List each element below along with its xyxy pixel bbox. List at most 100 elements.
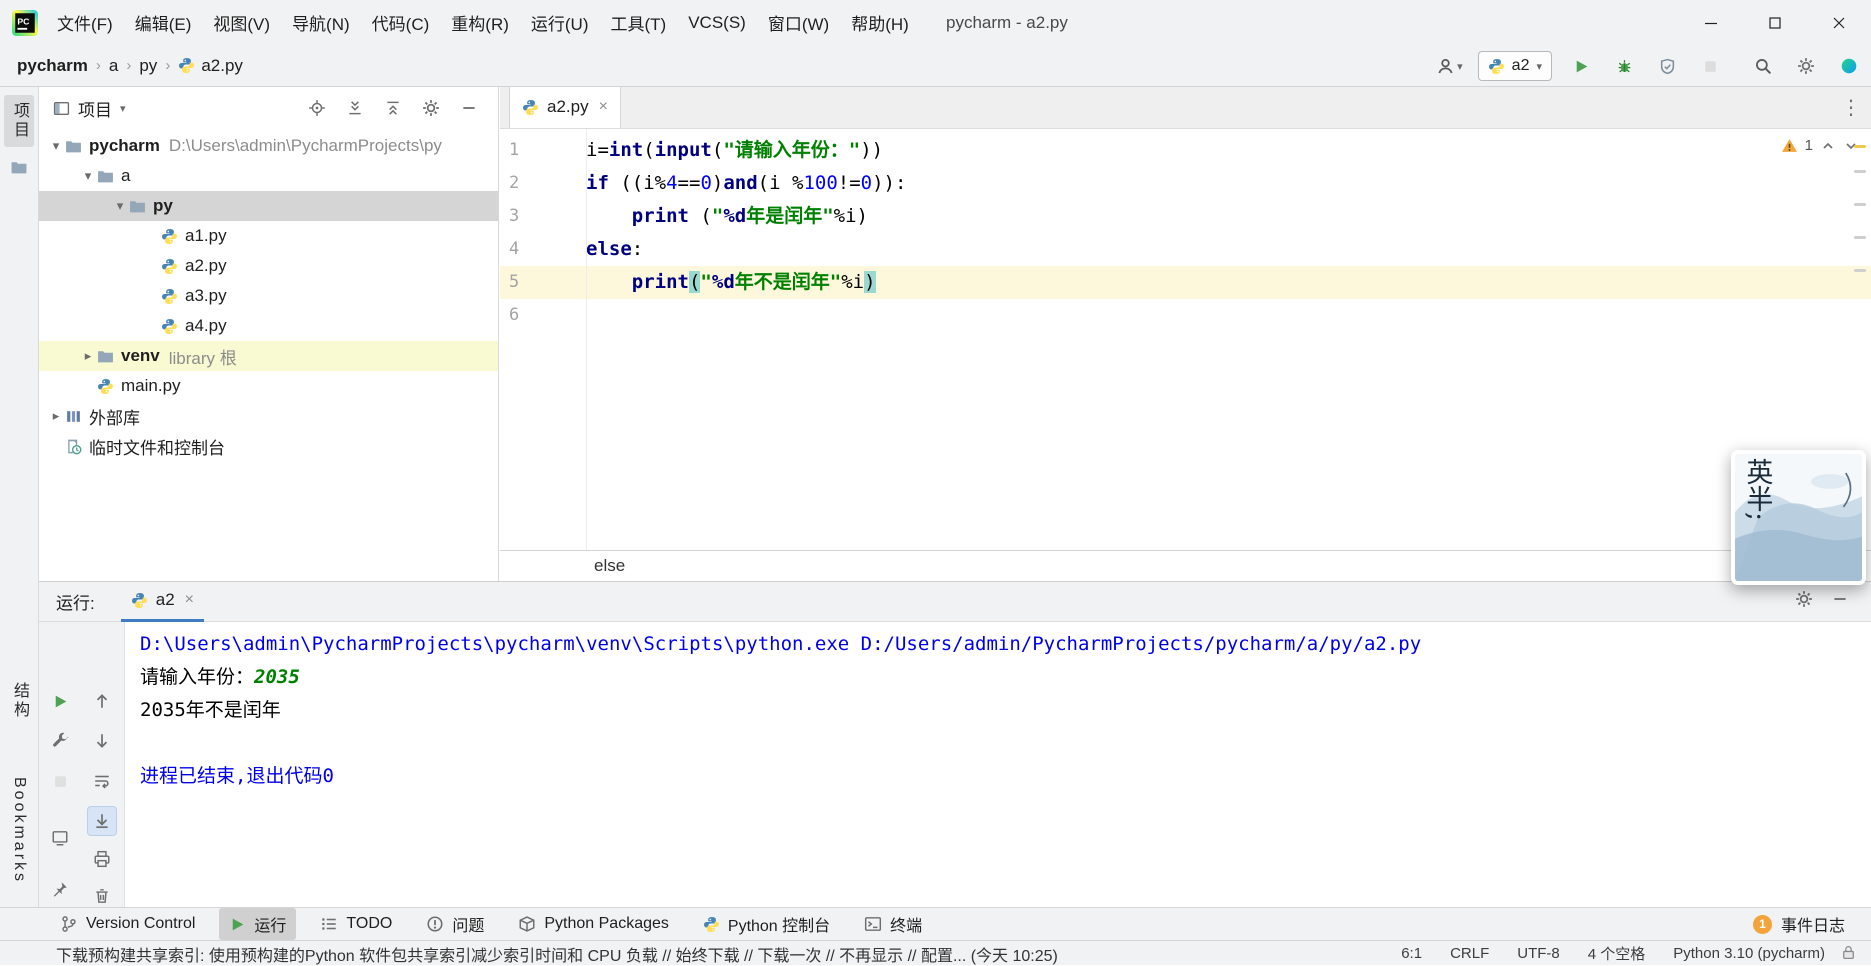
toolwindow-tab[interactable]: 问题 [416,908,494,940]
pin-button[interactable] [45,874,75,904]
toolwindow-tab[interactable]: 运行 [219,908,297,940]
breadcrumb-item[interactable]: py [139,56,157,76]
sphere-button[interactable] [1835,52,1863,80]
run-tab-a2[interactable]: a2 × [120,581,204,622]
tree-row[interactable]: a2.py [39,251,498,281]
status-widget[interactable]: UTF-8 [1517,945,1560,962]
scrollbar-mark[interactable] [1854,269,1866,272]
run-button[interactable] [1567,52,1595,80]
breadcrumb-item[interactable]: pycharm [17,56,88,76]
tree-row[interactable]: ▸ venv library 根 [39,341,498,371]
rerun-button[interactable] [45,686,75,716]
status-widget[interactable]: 4 个空格 [1588,943,1646,964]
minimize-button[interactable] [1679,0,1743,45]
chevron-right-icon[interactable]: ▸ [79,348,97,364]
code-line[interactable]: 4 else: [500,233,1871,266]
settings-button[interactable] [1795,590,1813,613]
code-line[interactable]: 3 print ("%d年是闰年"%i) [500,200,1871,233]
kebab-menu-icon[interactable]: ⋮ [1841,95,1861,120]
line-number[interactable]: 1 [500,134,586,167]
soft-wrap-button[interactable] [87,766,117,796]
menu-item[interactable]: 工具(T) [600,0,678,45]
stripe-tab-structure[interactable]: 结构 [7,682,31,720]
line-number[interactable]: 5 [500,266,586,299]
tree-row[interactable]: a1.py [39,221,498,251]
tree-row[interactable]: main.py [39,371,498,401]
menu-item[interactable]: 视图(V) [202,0,281,45]
tree-row[interactable]: ▾ py [39,191,498,221]
lock-icon[interactable] [1840,944,1857,961]
menu-item[interactable]: 帮助(H) [840,0,920,45]
code-line[interactable]: 5 print("%d年不是闰年"%i) [500,266,1871,299]
tree-row[interactable]: a4.py [39,311,498,341]
toolwindow-tab[interactable]: Python Packages [508,911,679,937]
stripe-tab-bookmarks[interactable]: Bookmarks [10,777,28,884]
event-log-widget[interactable]: 1 事件日志 [1752,912,1845,936]
tree-row[interactable]: ▾ pycharm D:\Users\admin\PycharmProjects\p… [39,131,498,161]
menu-item[interactable]: 窗口(W) [757,0,840,45]
tree-row[interactable]: ▾ a [39,161,498,191]
close-icon[interactable]: × [185,591,194,609]
print-button[interactable] [87,844,117,874]
chevron-down-icon[interactable]: ▾ [47,138,65,154]
code-line[interactable]: 2 if ((i%4==0)and(i %100!=0)): [500,167,1871,200]
run-console[interactable]: D:\Users\admin\PycharmProjects\pycharm\v… [125,622,1871,907]
status-widget[interactable]: 6:1 [1401,945,1422,962]
coverage-button[interactable] [1653,52,1681,80]
status-widget[interactable]: Python 3.10 (pycharm) [1673,945,1825,962]
line-number[interactable]: 4 [500,233,586,266]
tree-row[interactable]: ▸ 外部库 [39,401,498,431]
chevron-down-icon[interactable]: ▾ [111,198,129,214]
menu-item[interactable]: 重构(R) [440,0,520,45]
breadcrumb-item[interactable]: a [109,56,118,76]
stop-button[interactable] [1696,52,1724,80]
menu-item[interactable]: 代码(C) [361,0,441,45]
chevron-right-icon[interactable]: ▸ [47,408,65,424]
menu-item[interactable]: 编辑(E) [124,0,203,45]
line-number[interactable]: 6 [500,299,586,332]
user-menu-button[interactable]: ▾ [1436,57,1463,76]
code-editor[interactable]: 1 i=int(input("请输入年份：")) 2 if ((i%4==0)and(… [500,129,1871,550]
code-line[interactable]: 6 [500,299,1871,332]
menu-item[interactable]: 导航(N) [281,0,361,45]
settings-button[interactable] [1792,52,1820,80]
status-widget[interactable]: CRLF [1450,945,1489,962]
toolwindow-tab[interactable]: Python 控制台 [693,908,840,940]
run-config-selector[interactable]: a2 ▾ [1477,51,1552,81]
locate-button[interactable] [306,97,328,119]
breadcrumb-else[interactable]: else [594,556,625,576]
tree-row[interactable]: 临时文件和控制台 [39,431,498,461]
debug-button[interactable] [1610,52,1638,80]
menu-item[interactable]: VCS(S) [677,0,757,45]
wrench-button[interactable] [45,726,75,756]
line-number[interactable]: 3 [500,200,586,233]
step-down-button[interactable] [87,726,117,756]
chevron-down-icon[interactable]: ▾ [79,168,97,184]
console-button[interactable] [45,823,75,853]
step-up-button[interactable] [87,686,117,716]
scrollbar-mark[interactable] [1854,170,1866,173]
close-icon[interactable]: × [599,98,608,116]
scrollbar-mark[interactable] [1854,203,1866,206]
toolwindow-tab[interactable]: TODO [310,911,402,937]
hide-button[interactable] [458,97,480,119]
code-line[interactable]: 1 i=int(input("请输入年份：")) [500,134,1871,167]
settings-button[interactable] [420,97,442,119]
scrollbar-mark[interactable] [1854,145,1866,148]
tree-row[interactable]: a3.py [39,281,498,311]
close-button[interactable] [1807,0,1871,45]
stop-button[interactable] [45,766,75,796]
maximize-button[interactable] [1743,0,1807,45]
line-number[interactable]: 2 [500,167,586,200]
editor-tab-a2py[interactable]: a2.py × [509,86,621,128]
scroll-end-button[interactable] [87,806,117,836]
breadcrumb-item[interactable]: a2.py [178,56,243,76]
menu-item[interactable]: 文件(F) [46,0,124,45]
expand-all-button[interactable] [344,97,366,119]
toolwindow-tab[interactable]: Version Control [50,911,205,937]
project-panel-title[interactable]: 项目 [78,96,112,121]
menu-item[interactable]: 运行(U) [520,0,600,45]
folder-icon[interactable] [11,159,28,176]
stripe-tab-project[interactable]: 项目 [4,95,34,147]
scrollbar-mark[interactable] [1854,236,1866,239]
